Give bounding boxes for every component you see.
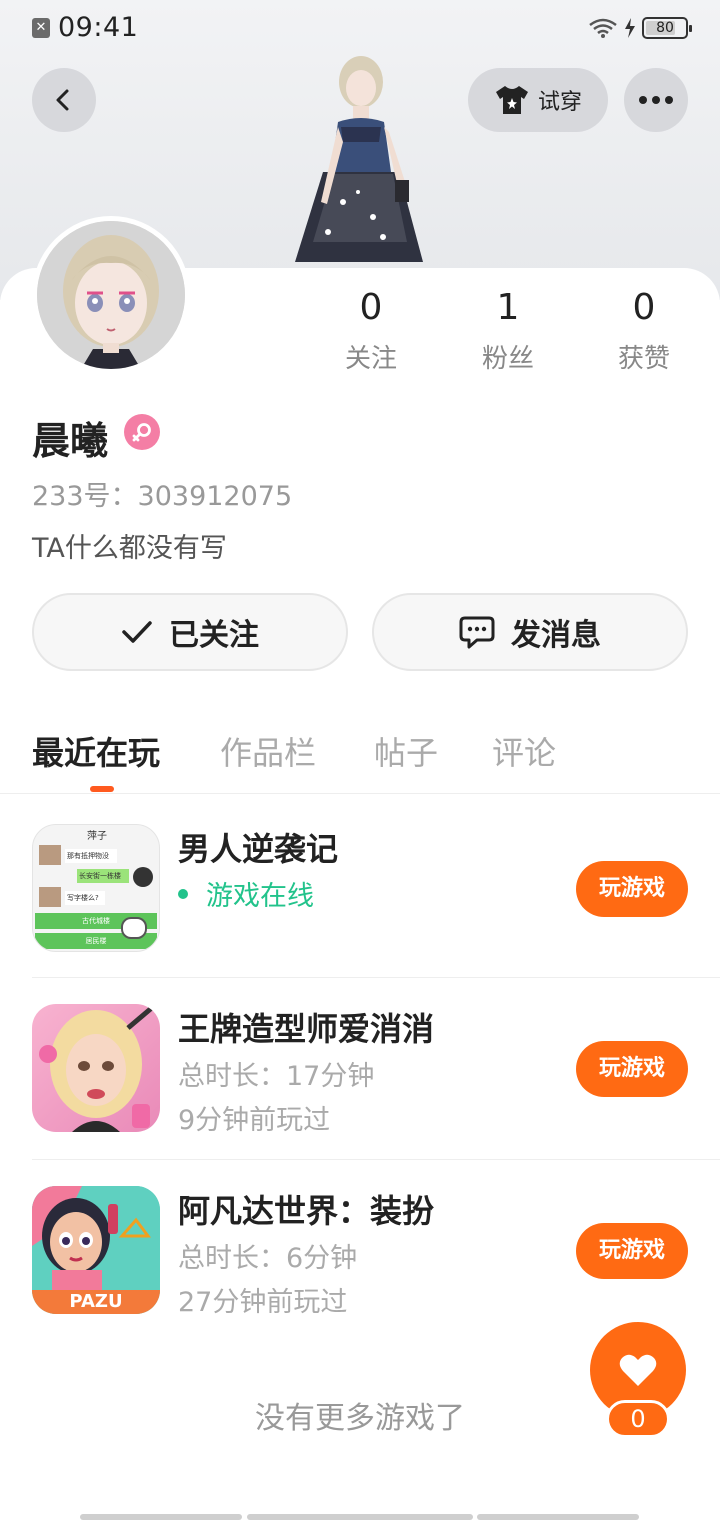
tab-posts[interactable]: 帖子 [374,728,438,774]
stat-label: 关注 [344,344,397,374]
chevron-left-icon [56,89,69,111]
checkmark-icon [122,621,152,643]
game-last-played: 27分钟前玩过 [178,1287,348,1318]
profile-tabs: 最近在玩 作品栏 帖子 评论 [0,720,720,794]
notification-icon: ✕ [32,18,50,38]
send-message-button[interactable]: 发消息 [372,593,688,671]
play-game-button[interactable]: 玩游戏 [576,1041,688,1097]
divider [32,1159,720,1160]
more-options-button[interactable] [624,68,688,132]
game-icon: 萍子 那有抵押物没 长安街一栋楼 写字楼么? 古代城楼 居民楼 [32,824,160,952]
game-total-duration: 总时长：6分钟 [178,1243,358,1274]
status-bar: ✕ 09:41 80 [0,0,720,58]
stat-label: 粉丝 [481,344,534,374]
stat-likes[interactable]: 0 获赞 [589,286,699,375]
game-icon-brand: PAZU [69,1291,123,1312]
back-button[interactable] [32,68,96,132]
heart-icon [619,1354,657,1386]
send-message-label: 发消息 [511,618,601,653]
user-name: 晨曦 [32,419,109,463]
battery-level: 80 [656,20,674,36]
online-status-text: 游戏在线 [206,881,314,912]
battery-icon: 80 [642,17,692,39]
stat-label: 获赞 [617,344,670,374]
tab-recently-played[interactable]: 最近在玩 [32,728,160,774]
tshirt-icon [495,86,528,114]
bottom-bar-segment [80,1514,242,1520]
stat-value: 0 [632,287,656,328]
try-on-label: 试穿 [537,90,582,115]
try-on-button[interactable]: 试穿 [468,68,608,132]
tab-active-indicator [90,786,114,792]
game-title: 阿凡达世界：装扮 [178,1192,435,1230]
play-game-button[interactable]: 玩游戏 [576,861,688,917]
more-dot-icon [639,96,647,104]
game-last-played: 9分钟前玩过 [178,1105,331,1136]
tab-comments[interactable]: 评论 [492,728,556,774]
message-icon [459,616,495,649]
like-count: 0 [606,1400,670,1438]
bottom-bar-segment [247,1514,473,1520]
status-time: 09:41 [58,12,139,43]
game-title: 王牌造型师爱消消 [178,1010,435,1048]
game-icon-text: 萍子 [87,831,107,842]
more-dot-icon [665,96,673,104]
charging-icon [625,18,635,38]
game-icon-text: 那有抵押物没 [65,849,117,863]
tab-works[interactable]: 作品栏 [220,728,316,774]
followed-label: 已关注 [169,618,259,653]
female-gender-icon [124,414,160,450]
stat-value: 0 [359,287,383,328]
game-title: 男人逆袭记 [178,830,339,868]
user-bio: TA什么都没有写 [32,533,227,564]
play-game-button[interactable]: 玩游戏 [576,1223,688,1279]
wifi-icon [589,18,617,38]
game-icon-text: 长安街一栋楼 [77,869,129,883]
game-icon [32,1004,160,1132]
game-icon: PAZU [32,1186,160,1314]
game-online-status: 游戏在线 [178,874,314,913]
user-id: 233号：303912075 [32,481,293,512]
game-total-duration: 总时长：17分钟 [178,1061,375,1092]
avatar-image [37,221,185,369]
bottom-bar-segment [477,1514,639,1520]
status-icons: 80 [588,14,692,42]
game-icon-text: 写字楼么? [65,891,105,905]
stat-following[interactable]: 0 关注 [316,286,426,375]
stat-followers[interactable]: 1 粉丝 [453,286,563,375]
game-list-item[interactable]: 王牌造型师爱消消 总时长：17分钟 9分钟前玩过 玩游戏 [0,1004,720,1184]
more-dot-icon [652,96,660,104]
stat-value: 1 [496,287,520,328]
divider [32,977,720,978]
hero-avatar-figure [295,56,423,262]
followed-button[interactable]: 已关注 [32,593,348,671]
online-dot-icon [178,888,188,899]
avatar[interactable] [32,216,190,374]
